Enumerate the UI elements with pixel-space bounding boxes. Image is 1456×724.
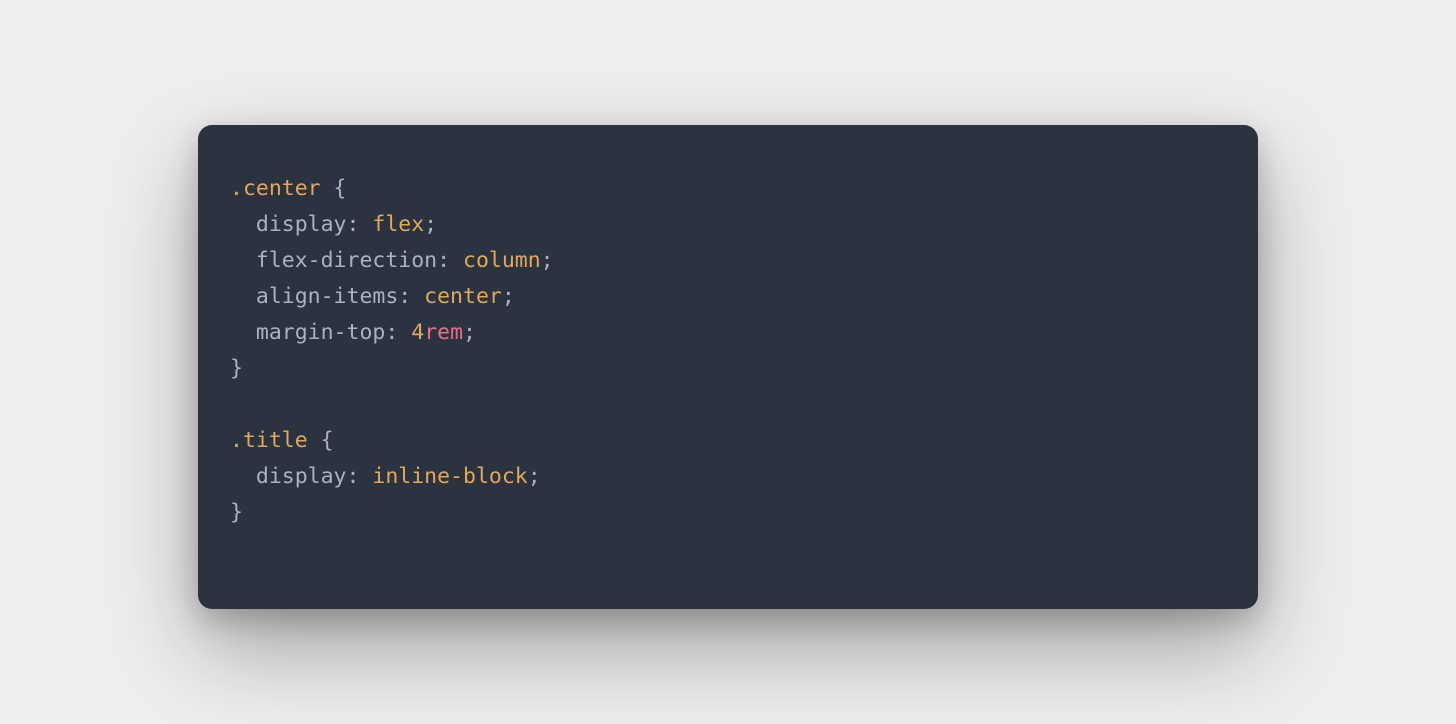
- indent: [230, 320, 256, 345]
- semicolon: ;: [463, 320, 476, 345]
- colon: :: [385, 320, 411, 345]
- value-inline-block: inline-block: [372, 464, 527, 489]
- colon: :: [347, 464, 373, 489]
- unit-rem: rem: [424, 320, 463, 345]
- selector-title: .title: [230, 428, 308, 453]
- open-brace: {: [321, 176, 347, 201]
- indent: [230, 464, 256, 489]
- prop-flex-direction: flex-direction: [256, 248, 437, 273]
- close-brace: }: [230, 356, 243, 381]
- value-4: 4: [411, 320, 424, 345]
- colon: :: [398, 284, 424, 309]
- value-center: center: [424, 284, 502, 309]
- value-column: column: [463, 248, 541, 273]
- colon: :: [347, 212, 373, 237]
- semicolon: ;: [528, 464, 541, 489]
- close-brace: }: [230, 500, 243, 525]
- semicolon: ;: [541, 248, 554, 273]
- selector-center: .center: [230, 176, 321, 201]
- colon: :: [437, 248, 463, 273]
- prop-display: display: [256, 464, 347, 489]
- prop-margin-top: margin-top: [256, 320, 385, 345]
- code-snippet-card: .center { display: flex; flex-direction:…: [198, 125, 1258, 609]
- indent: [230, 212, 256, 237]
- open-brace: {: [308, 428, 334, 453]
- indent: [230, 248, 256, 273]
- prop-align-items: align-items: [256, 284, 398, 309]
- css-code-block: .center { display: flex; flex-direction:…: [230, 171, 1226, 531]
- semicolon: ;: [502, 284, 515, 309]
- semicolon: ;: [424, 212, 437, 237]
- indent: [230, 284, 256, 309]
- value-flex: flex: [372, 212, 424, 237]
- prop-display: display: [256, 212, 347, 237]
